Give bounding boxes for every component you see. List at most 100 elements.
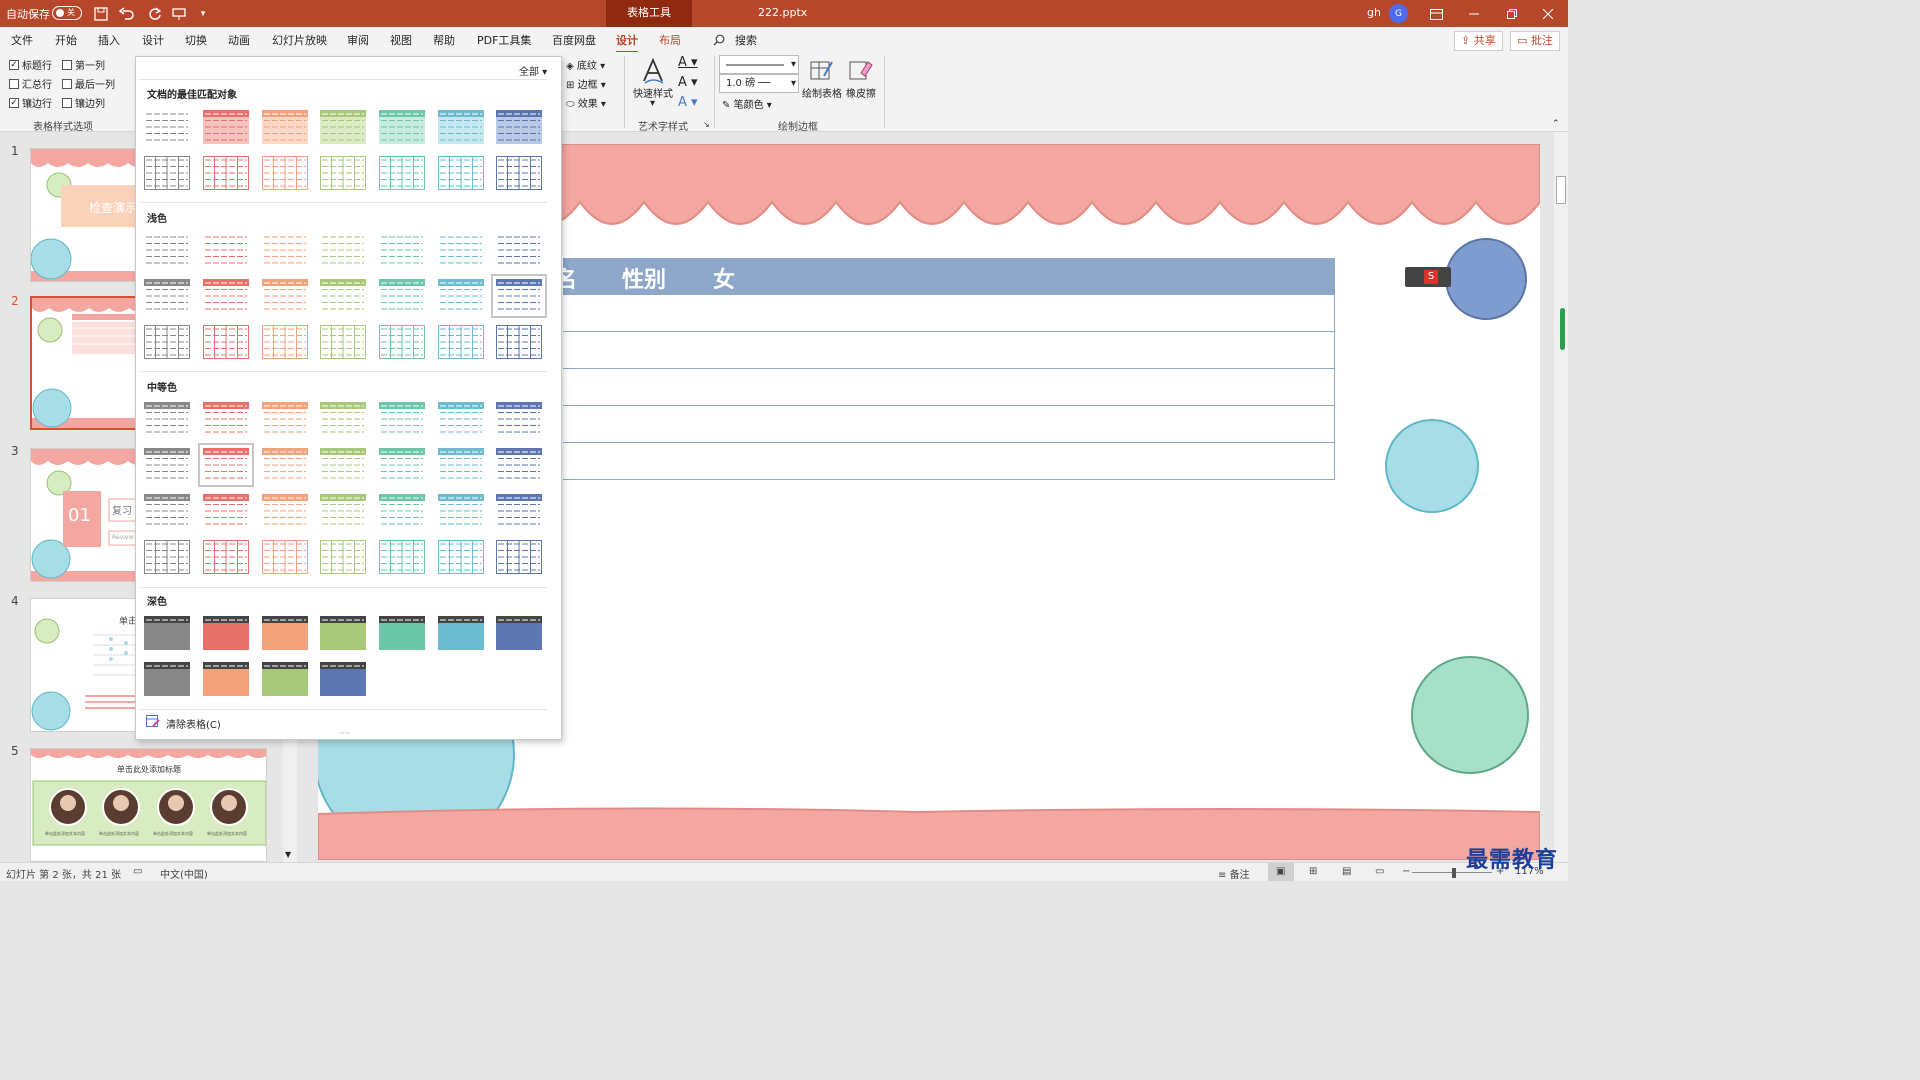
table-style-swatch[interactable] — [379, 233, 425, 267]
table-style-swatch[interactable] — [496, 616, 542, 650]
tab-insert[interactable]: 插入 — [98, 32, 120, 48]
table-style-swatch[interactable] — [320, 540, 366, 574]
table-style-swatch[interactable] — [379, 325, 425, 359]
table-style-swatch[interactable] — [262, 540, 308, 574]
notes-button[interactable]: ≡ 备注 — [1218, 866, 1250, 881]
table-row[interactable] — [563, 406, 1335, 443]
table-style-swatch[interactable] — [144, 616, 190, 650]
language-indicator[interactable]: 中文(中国) — [160, 866, 208, 881]
chevron-down-icon[interactable]: ▾ — [650, 98, 655, 109]
table-style-swatch[interactable] — [438, 156, 484, 190]
table-style-swatch[interactable] — [203, 662, 249, 696]
table-style-swatch[interactable] — [320, 616, 366, 650]
table-style-swatch[interactable] — [203, 325, 249, 359]
reading-view-icon[interactable]: ▤ — [1342, 866, 1351, 877]
present-icon[interactable] — [170, 5, 188, 23]
avatar[interactable]: G — [1389, 4, 1408, 23]
tab-baidu-netdisk[interactable]: 百度网盘 — [552, 32, 596, 48]
table-style-swatch[interactable] — [144, 494, 190, 528]
close-icon[interactable] — [1538, 5, 1558, 23]
table-style-swatch[interactable] — [438, 448, 484, 482]
table-style-swatch[interactable] — [320, 448, 366, 482]
table-style-swatch[interactable] — [203, 540, 249, 574]
table-style-swatch[interactable] — [496, 156, 542, 190]
tab-home[interactable]: 开始 — [55, 32, 77, 48]
table-style-swatch[interactable] — [320, 325, 366, 359]
table-style-swatch[interactable] — [144, 402, 190, 436]
tab-view[interactable]: 视图 — [390, 32, 412, 48]
tab-design[interactable]: 设计 — [142, 32, 164, 48]
sogou-ime-icon[interactable]: S — [1424, 270, 1438, 284]
dialog-launcher-icon[interactable]: ↘ — [703, 120, 710, 129]
text-fill-icon[interactable]: A ▾ — [678, 55, 698, 70]
table-style-swatch[interactable] — [496, 494, 542, 528]
tab-review[interactable]: 审阅 — [347, 32, 369, 48]
table-style-swatch[interactable] — [438, 233, 484, 267]
table-style-swatch[interactable] — [203, 156, 249, 190]
slide-sorter-icon[interactable]: ⊞ — [1309, 866, 1317, 877]
option-banded-rows[interactable]: ✓ 镶边行 — [9, 95, 52, 110]
table-style-swatch[interactable] — [203, 402, 249, 436]
table-style-swatch[interactable] — [144, 448, 190, 482]
table-style-swatch[interactable] — [496, 402, 542, 436]
option-last-column[interactable]: 最后一列 — [62, 76, 115, 91]
table-style-swatch[interactable] — [144, 325, 190, 359]
table-style-swatch[interactable] — [203, 279, 249, 313]
border-button[interactable]: ⊞ 边框 ▾ — [566, 76, 606, 91]
table-row[interactable] — [563, 369, 1335, 406]
gallery-filter[interactable]: 全部 ▾ — [519, 63, 547, 78]
table-style-swatch[interactable] — [438, 616, 484, 650]
table-row[interactable] — [563, 443, 1335, 480]
table-style-swatch[interactable] — [144, 662, 190, 696]
table-style-swatch[interactable] — [262, 156, 308, 190]
table-style-swatch[interactable] — [496, 325, 542, 359]
draw-table-button[interactable]: 绘制表格 — [802, 85, 842, 100]
table-style-swatch[interactable] — [262, 110, 308, 144]
zoom-slider-thumb[interactable] — [1452, 868, 1456, 878]
table-style-swatch[interactable] — [438, 494, 484, 528]
table-style-swatch[interactable] — [438, 402, 484, 436]
table-style-swatch[interactable] — [320, 402, 366, 436]
search-icon[interactable] — [712, 33, 726, 47]
table-style-swatch[interactable] — [438, 325, 484, 359]
tab-table-layout[interactable]: 布局 — [659, 32, 681, 48]
floating-toolbar[interactable]: S — [1405, 267, 1451, 287]
table-style-swatch[interactable] — [438, 279, 484, 313]
shading-button[interactable]: ◈ 底纹 ▾ — [566, 57, 605, 72]
table-style-swatch[interactable] — [379, 402, 425, 436]
table-style-swatch[interactable] — [262, 662, 308, 696]
comments-button[interactable]: ▭ 批注 — [1510, 31, 1560, 51]
slide-table[interactable]: 名 性别 女 — [555, 258, 1335, 482]
eraser-icon[interactable] — [847, 56, 875, 84]
effects-button[interactable]: ⬭ 效果 ▾ — [566, 95, 606, 110]
table-style-swatch[interactable] — [379, 279, 425, 313]
ribbon-display-icon[interactable] — [1426, 5, 1446, 23]
table-header-cell[interactable]: 性别 — [622, 262, 666, 294]
tab-transitions[interactable]: 切换 — [185, 32, 207, 48]
table-style-swatch[interactable] — [262, 402, 308, 436]
draw-table-icon[interactable] — [808, 56, 836, 84]
table-style-swatch[interactable] — [203, 110, 249, 144]
save-icon[interactable] — [92, 5, 110, 23]
table-style-swatch[interactable] — [262, 325, 308, 359]
option-header-row[interactable]: ✓ 标题行 — [9, 57, 52, 72]
autosave-toggle[interactable]: 关 — [52, 6, 82, 20]
resize-grip-icon[interactable]: ···· — [340, 729, 350, 738]
table-style-swatch[interactable] — [496, 448, 542, 482]
table-style-swatch[interactable] — [379, 616, 425, 650]
table-style-swatch[interactable] — [203, 494, 249, 528]
table-style-swatch[interactable] — [144, 110, 190, 144]
undo-icon[interactable] — [116, 5, 138, 23]
table-style-swatch[interactable] — [203, 233, 249, 267]
accessibility-icon[interactable]: ▭ — [133, 866, 142, 877]
text-outline-icon[interactable]: A ▾ — [678, 75, 698, 90]
pen-weight-select[interactable]: 1.0 磅 ── ▾ — [719, 74, 799, 93]
table-style-swatch[interactable] — [379, 156, 425, 190]
table-style-swatch[interactable] — [262, 233, 308, 267]
option-first-column[interactable]: 第一列 — [62, 57, 105, 72]
table-style-swatch[interactable] — [320, 110, 366, 144]
table-style-swatch[interactable] — [379, 448, 425, 482]
table-style-swatch[interactable] — [262, 494, 308, 528]
text-effects-icon[interactable]: A ▾ — [678, 95, 698, 110]
table-style-swatch[interactable] — [320, 233, 366, 267]
